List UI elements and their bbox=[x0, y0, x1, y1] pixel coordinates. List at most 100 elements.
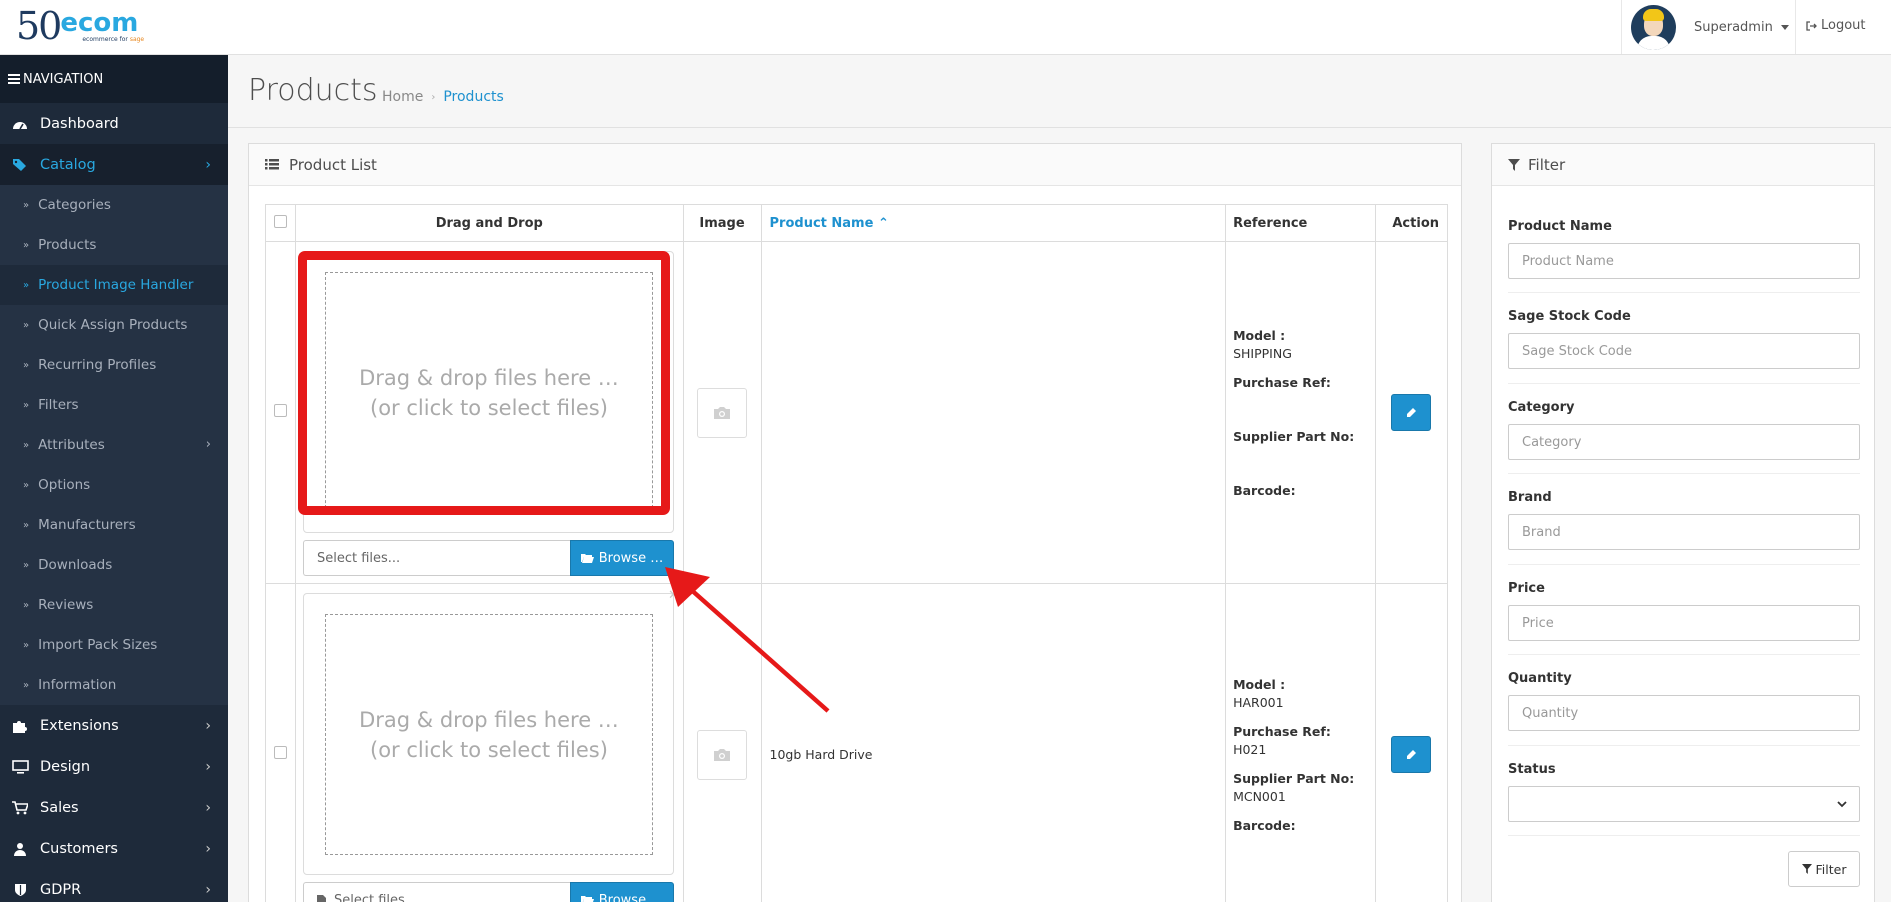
column-header-product-name[interactable]: Product Name ⌃ bbox=[760, 204, 1227, 242]
column-header-drag-and-drop: Drag and Drop bbox=[294, 204, 684, 242]
double-chevron-icon: » bbox=[23, 239, 30, 251]
filter-button-label: Filter bbox=[1815, 861, 1847, 877]
filter-icon bbox=[1801, 864, 1812, 874]
sidebar-item-import-pack-sizes[interactable]: » Import Pack Sizes bbox=[0, 625, 228, 665]
reference-cell: Model : HAR001 Purchase Ref: H021 Suppli… bbox=[1225, 583, 1376, 902]
sidebar-item-label: Recurring Profiles bbox=[38, 357, 157, 373]
filter-group-price: Price bbox=[1508, 581, 1860, 641]
sidebar-item-manufacturers[interactable]: » Manufacturers bbox=[0, 505, 228, 545]
supplier-part-value: MCN001 bbox=[1233, 788, 1286, 804]
status-select[interactable] bbox=[1508, 786, 1860, 822]
purchase-ref-label: Purchase Ref: bbox=[1233, 723, 1331, 739]
select-all-checkbox[interactable] bbox=[273, 214, 287, 228]
sidebar-item-design[interactable]: Design › bbox=[0, 746, 228, 787]
sidebar-item-catalog[interactable]: Catalog › bbox=[0, 144, 228, 185]
quantity-filter-label: Quantity bbox=[1508, 671, 1572, 686]
sidebar-item-filters[interactable]: » Filters bbox=[0, 385, 228, 425]
logo[interactable]: 50 ecom ecommerce for sage bbox=[16, 6, 144, 46]
logo-number: 50 bbox=[16, 4, 62, 48]
user-icon bbox=[11, 841, 29, 857]
avatar bbox=[1631, 4, 1676, 50]
chevron-right-icon: › bbox=[205, 157, 211, 173]
sage-stock-code-filter-input[interactable] bbox=[1508, 333, 1860, 369]
list-icon bbox=[265, 159, 279, 170]
folder-open-icon bbox=[580, 896, 594, 902]
cart-icon bbox=[11, 800, 29, 816]
sidebar-item-customers[interactable]: Customers › bbox=[0, 828, 228, 869]
select-files-field[interactable]: Select files... bbox=[302, 540, 570, 576]
filter-group-sage-stock-code: Sage Stock Code bbox=[1508, 309, 1860, 369]
edit-button[interactable] bbox=[1391, 394, 1432, 431]
sidebar-item-reviews[interactable]: » Reviews bbox=[0, 585, 228, 625]
double-chevron-icon: » bbox=[23, 479, 30, 491]
chevron-right-icon: › bbox=[205, 882, 211, 898]
logout-link[interactable]: Logout bbox=[1806, 18, 1866, 33]
purchase-ref-value bbox=[1233, 393, 1375, 408]
chevron-right-icon: › bbox=[205, 841, 211, 857]
browse-button[interactable]: Browse … bbox=[569, 882, 674, 902]
filter-button[interactable]: Filter bbox=[1788, 851, 1860, 887]
select-files-placeholder: Select files... bbox=[316, 550, 401, 566]
row-checkbox[interactable] bbox=[273, 404, 287, 417]
sidebar-item-categories[interactable]: » Categories bbox=[0, 185, 228, 225]
logo-text: ecom ecommerce for sage bbox=[60, 10, 144, 43]
sidebar-item-label: Information bbox=[38, 677, 117, 693]
dropzone[interactable]: Drag & drop files here … (or click to se… bbox=[324, 614, 653, 855]
product-name-sort-link[interactable]: Product Name bbox=[770, 216, 874, 231]
tags-icon bbox=[11, 157, 29, 173]
sidebar-item-label: Reviews bbox=[38, 597, 94, 613]
filter-group-brand: Brand bbox=[1508, 490, 1860, 550]
quantity-filter-input[interactable] bbox=[1508, 695, 1860, 731]
image-placeholder bbox=[697, 729, 748, 780]
select-files-field[interactable]: Select files... bbox=[302, 882, 570, 902]
sidebar-item-sales[interactable]: Sales › bbox=[0, 787, 228, 828]
image-placeholder bbox=[697, 387, 748, 438]
breadcrumb-home[interactable]: Home bbox=[382, 89, 423, 105]
purchase-ref-value: H021 bbox=[1233, 741, 1267, 757]
filter-panel: Filter Product Name Sage Stock Code Cate… bbox=[1491, 143, 1875, 902]
double-chevron-icon: » bbox=[23, 679, 30, 691]
sidebar-item-label: Dashboard bbox=[40, 115, 119, 132]
double-chevron-icon: » bbox=[23, 559, 30, 571]
sidebar-item-quick-assign-products[interactable]: » Quick Assign Products bbox=[0, 305, 228, 345]
sidebar-item-information[interactable]: » Information bbox=[0, 665, 228, 705]
sidebar-item-options[interactable]: » Options bbox=[0, 465, 228, 505]
sidebar-item-recurring-profiles[interactable]: » Recurring Profiles bbox=[0, 345, 228, 385]
filter-group-quantity: Quantity bbox=[1508, 671, 1860, 731]
reference-block: Model : HAR001 Purchase Ref: H021 Suppli… bbox=[1226, 677, 1375, 833]
sidebar-item-gdpr[interactable]: GDPR › bbox=[0, 869, 228, 902]
sidebar-item-extensions[interactable]: Extensions › bbox=[0, 705, 228, 746]
edit-button[interactable] bbox=[1391, 736, 1432, 773]
filter-group-status: Status bbox=[1508, 762, 1860, 822]
product-list-heading: Product List bbox=[249, 144, 1461, 186]
sidebar-item-label: Quick Assign Products bbox=[38, 317, 188, 333]
browse-button[interactable]: Browse … bbox=[569, 540, 674, 576]
brand-filter-input[interactable] bbox=[1508, 514, 1860, 550]
filter-heading: Filter bbox=[1492, 144, 1874, 186]
sidebar-item-products[interactable]: » Products bbox=[0, 225, 228, 265]
sidebar-item-downloads[interactable]: » Downloads bbox=[0, 545, 228, 585]
sidebar-item-attributes[interactable]: » Attributes › bbox=[0, 425, 228, 465]
sidebar-item-dashboard[interactable]: Dashboard bbox=[0, 103, 228, 144]
sidebar-item-label: Product Image Handler bbox=[38, 277, 194, 293]
price-filter-input[interactable] bbox=[1508, 605, 1860, 641]
row-checkbox[interactable] bbox=[273, 746, 287, 759]
sidebar-item-label: Sales bbox=[40, 799, 79, 816]
user-menu[interactable]: Superadmin bbox=[1621, 0, 1796, 54]
double-chevron-icon: » bbox=[23, 519, 30, 531]
product-name-cell bbox=[760, 241, 1227, 584]
logout-label: Logout bbox=[1821, 18, 1866, 33]
breadcrumb-products[interactable]: Products bbox=[443, 89, 503, 105]
chevron-down-icon bbox=[1837, 800, 1847, 807]
supplier-part-value bbox=[1233, 447, 1375, 462]
sidebar-item-label: Options bbox=[38, 477, 91, 493]
reference-block: Model : SHIPPING Purchase Ref: Supplier … bbox=[1226, 328, 1375, 498]
navigation-heading[interactable]: NAVIGATION bbox=[0, 55, 228, 103]
barcode-label: Barcode: bbox=[1233, 482, 1296, 498]
sage-stock-code-filter-label: Sage Stock Code bbox=[1508, 309, 1631, 324]
category-filter-input[interactable] bbox=[1508, 424, 1860, 460]
double-chevron-icon: » bbox=[23, 639, 30, 651]
sidebar-item-product-image-handler[interactable]: » Product Image Handler bbox=[0, 265, 228, 305]
logo-tagline: ecommerce for sage bbox=[82, 36, 144, 43]
product-name-filter-input[interactable] bbox=[1508, 243, 1860, 279]
